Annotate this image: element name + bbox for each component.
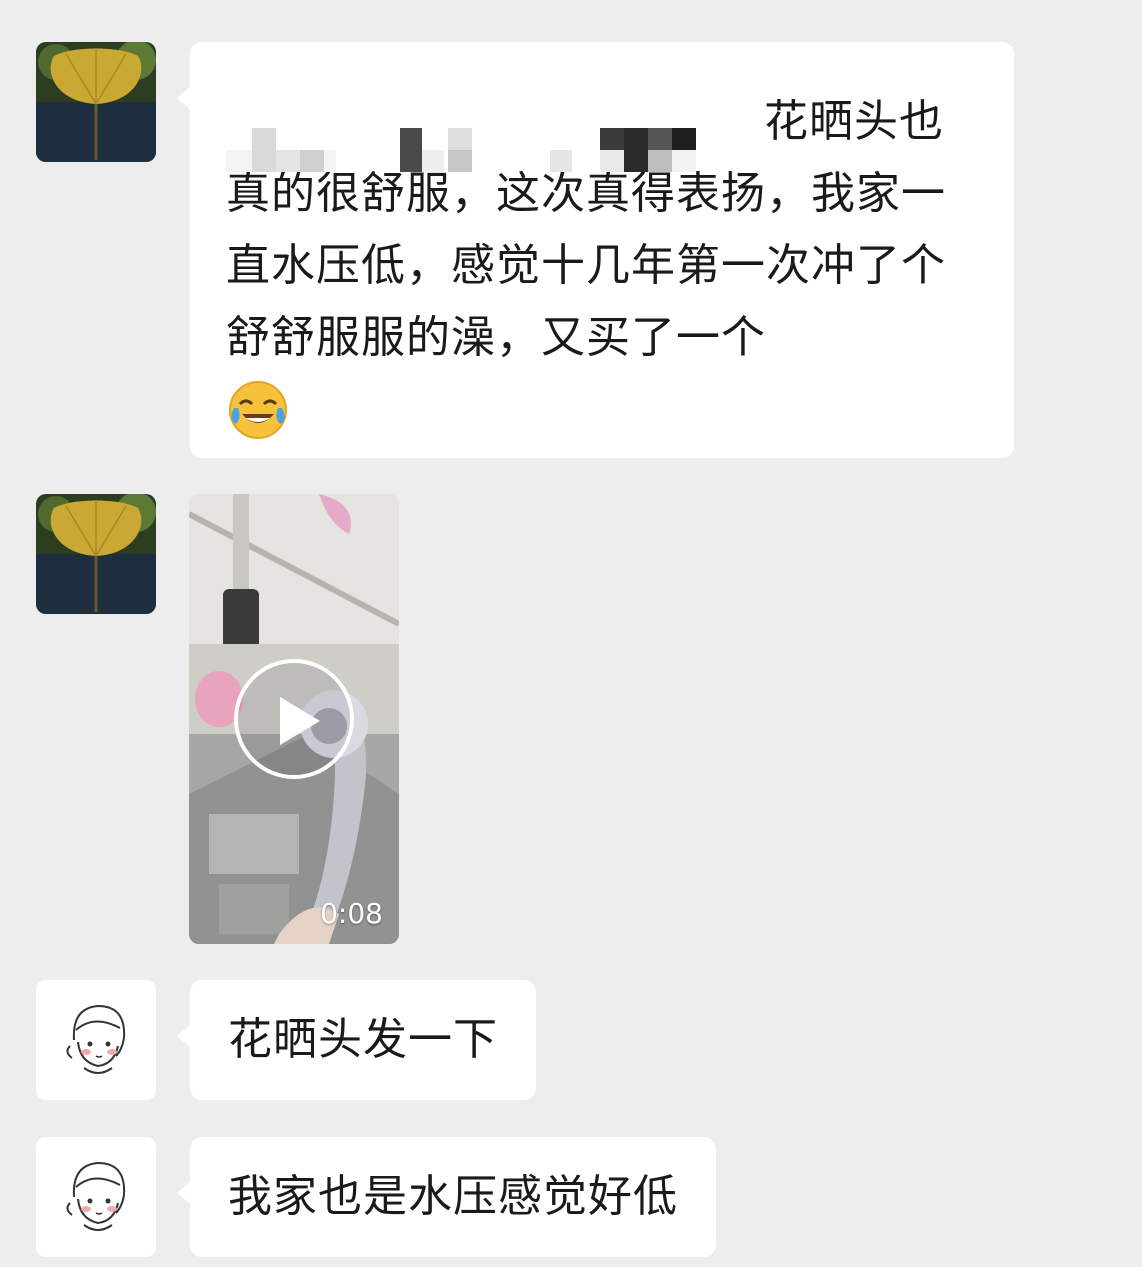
- redacted-text-mosaic: [226, 128, 756, 174]
- play-button[interactable]: [234, 659, 354, 779]
- message-bubble-text[interactable]: 花晒头发一下: [177, 980, 536, 1100]
- face-with-tears-of-joy-emoji: [229, 381, 287, 439]
- video-message[interactable]: 0:08: [189, 494, 399, 944]
- avatar-ginkgo[interactable]: [36, 42, 156, 162]
- message-bubble-text[interactable]: 我家也是水压感觉好低: [177, 1137, 716, 1257]
- message-text: 我家也是水压感觉好低: [228, 1171, 678, 1222]
- avatar-sketch-girl[interactable]: [36, 1137, 156, 1257]
- video-duration: 0:08: [320, 897, 383, 930]
- message-text: 花晒头发一下: [228, 1014, 498, 1065]
- play-icon: [280, 697, 320, 745]
- avatar-sketch-girl[interactable]: [36, 980, 156, 1100]
- message-bubble-text[interactable]: 花晒头也真的很舒服，这次真得表扬，我家一直水压低，感觉十几年第一次冲了个舒舒服服…: [177, 42, 1014, 458]
- avatar-ginkgo[interactable]: [36, 494, 156, 614]
